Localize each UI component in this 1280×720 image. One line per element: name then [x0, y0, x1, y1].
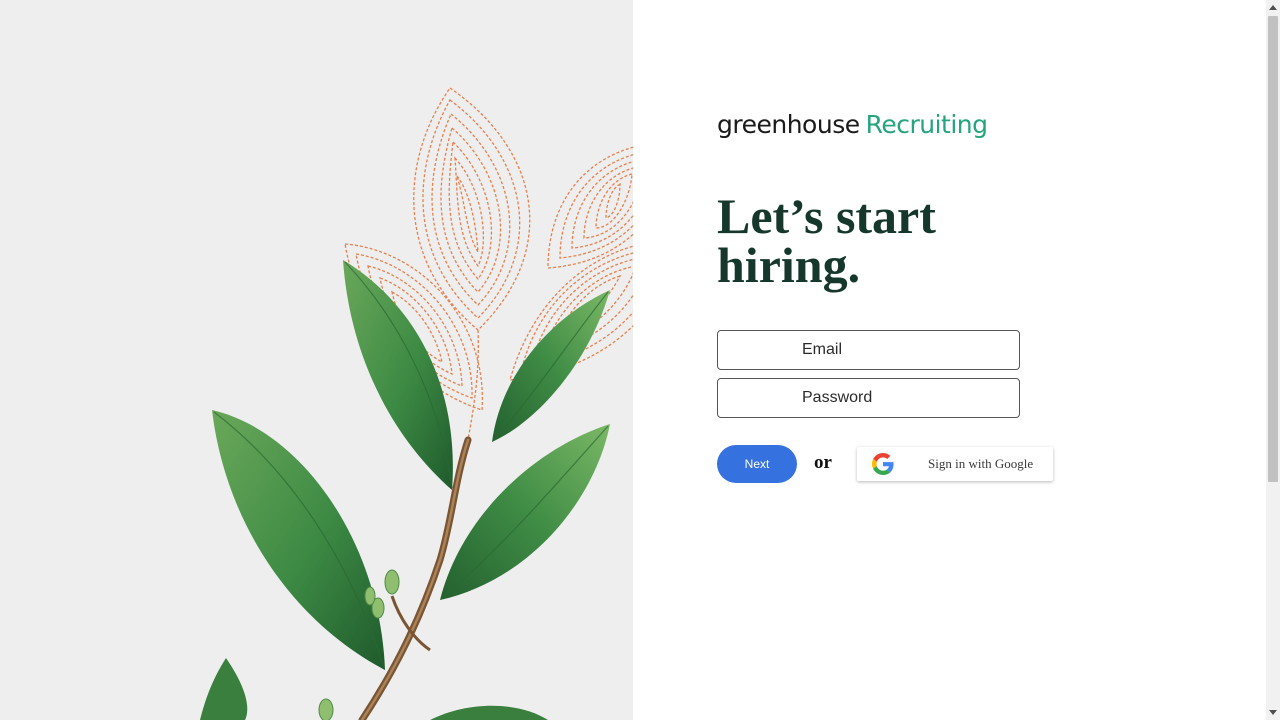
leaf-upper-left [343, 260, 453, 490]
logo-product-text: Recruiting [865, 110, 988, 139]
logo-brand-text: greenhouse [717, 110, 860, 139]
scroll-up-arrow-icon[interactable] [1269, 5, 1277, 10]
email-field-wrapper [717, 330, 1020, 370]
google-sign-in-label: Sign in with Google [928, 456, 1034, 471]
google-sign-in-button[interactable]: Sign in with Google [857, 447, 1053, 481]
leaf-large-right [440, 424, 610, 600]
leaf-bottom-left [200, 658, 248, 720]
stem-highlight [360, 438, 470, 720]
leaf-upper-right [492, 290, 610, 442]
leaf-fingerprint-illustration [200, 87, 683, 720]
next-button[interactable]: Next [717, 445, 797, 483]
stem [358, 436, 472, 720]
leaf-large-left [212, 410, 385, 670]
login-panel: greenhouse Recruiting Let’s start hiring.… [633, 0, 1266, 720]
flower-buds [318, 569, 400, 720]
bud-stem [390, 595, 431, 652]
email-input[interactable] [718, 331, 1019, 369]
google-g-logo-icon [872, 453, 894, 475]
fingerprint-leaf-left [344, 243, 483, 411]
scroll-thumb[interactable] [1268, 16, 1278, 482]
or-separator: or [814, 452, 832, 473]
illustration-panel [0, 0, 683, 720]
fingerprint-leaf-top [413, 87, 531, 331]
scroll-down-arrow-icon[interactable] [1269, 710, 1277, 715]
greenhouse-recruiting-logo: greenhouse Recruiting [717, 110, 988, 139]
fingerprint-stem [461, 329, 479, 471]
password-input[interactable] [718, 379, 1019, 417]
page-scrollbar[interactable] [1266, 0, 1280, 720]
fingerprint-leaves [344, 87, 683, 471]
leaf-veins [213, 261, 609, 669]
leaf-bottom-right [430, 705, 548, 720]
page-headline: Let’s start hiring. [717, 188, 936, 293]
password-field-wrapper [717, 378, 1020, 418]
green-leaves [200, 260, 610, 720]
